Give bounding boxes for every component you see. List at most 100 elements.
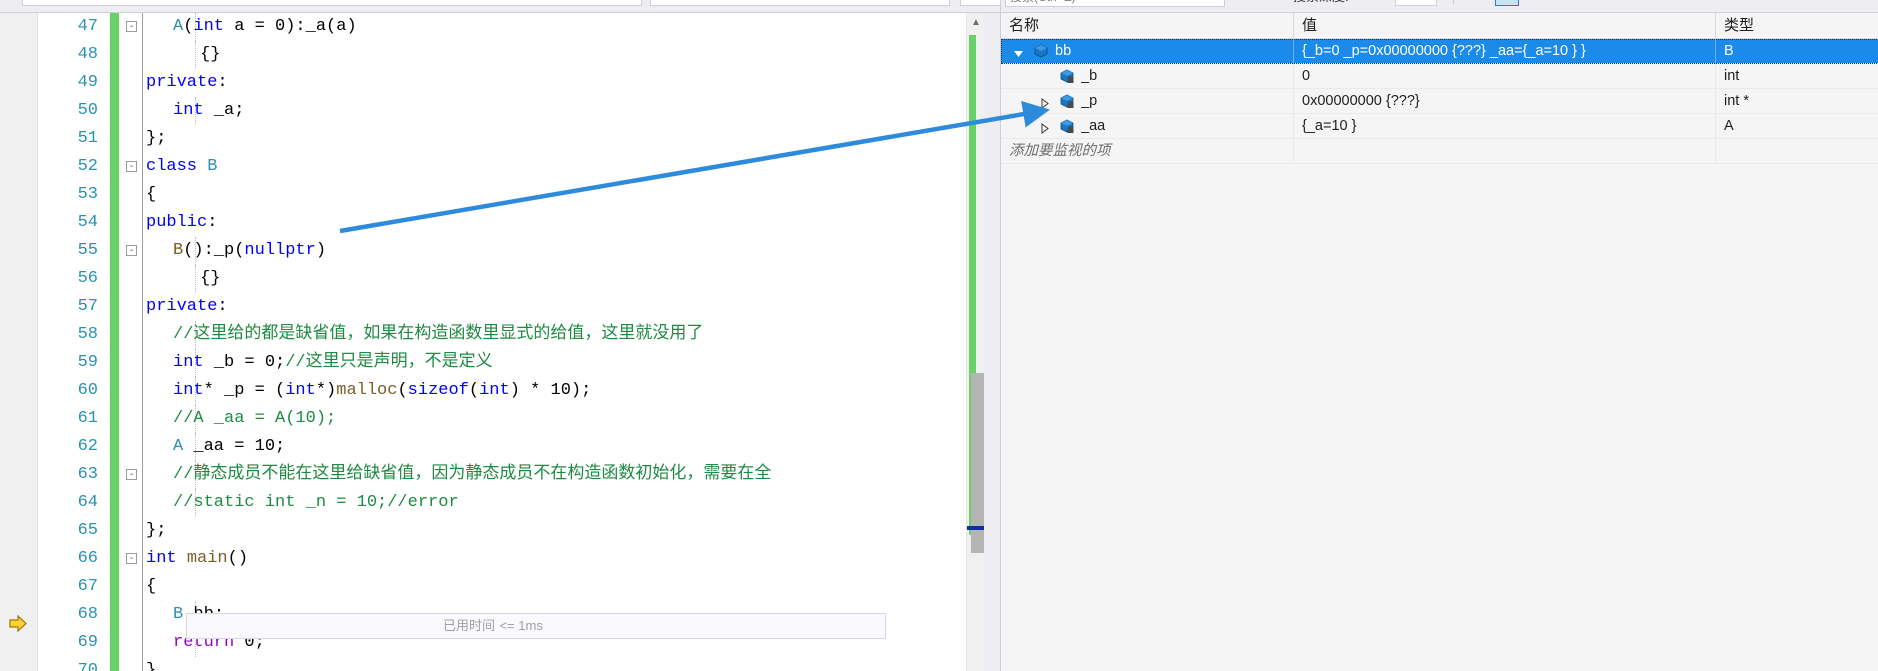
indent-guide	[142, 321, 143, 349]
code-line[interactable]: 60 int* _p = (int*)malloc(sizeof(int) * 1…	[38, 377, 966, 405]
code-line[interactable]: 49 private:	[38, 69, 966, 97]
watch-row[interactable]: _aa {_a=10 } A	[1001, 114, 1878, 139]
code-line-text: {}	[200, 45, 221, 64]
add-watch-type-cell	[1715, 139, 1878, 164]
indent-guide	[142, 265, 143, 293]
expander-collapsed-icon[interactable]	[1039, 96, 1050, 109]
watch-row-value[interactable]: 0x00000000 {???}	[1293, 89, 1715, 114]
code-line[interactable]: 48 {}	[38, 41, 966, 69]
watch-row[interactable]: bb {_b=0 _p=0x00000000 {???} _aa={_a=10 }…	[1001, 39, 1878, 64]
code-line-text: private:	[146, 73, 228, 92]
indent-guide	[142, 433, 143, 461]
watch-row-name: _aa	[1081, 118, 1106, 134]
scroll-up-arrow-icon[interactable]: ▲	[967, 15, 985, 31]
line-number: 51	[77, 129, 98, 148]
indent-guide	[195, 41, 196, 69]
code-line[interactable]: 47 - A(int a = 0):_a(a)	[38, 13, 966, 41]
fold-toggle-icon[interactable]: -	[126, 553, 137, 564]
search-placeholder-text: 搜索(Ctrl+E)	[1010, 0, 1076, 4]
watch-grid-header: 名称 值 类型	[1001, 13, 1878, 39]
indent-guide	[142, 97, 143, 125]
toolbar-separator	[1453, 0, 1454, 4]
execution-pointer-icon	[9, 614, 27, 633]
indent-guide	[142, 209, 143, 237]
code-line-text: };	[146, 129, 167, 148]
watch-row-type: B	[1715, 39, 1878, 64]
change-bar	[110, 237, 119, 265]
code-line[interactable]: 62 A _aa = 10;	[38, 433, 966, 461]
column-header-type[interactable]: 类型	[1715, 13, 1878, 39]
fold-toggle-icon[interactable]: -	[126, 469, 137, 480]
watch-row-value[interactable]: {_b=0 _p=0x00000000 {???} _aa={_a=10 } }	[1293, 39, 1715, 64]
scope-combo-middle[interactable]: (全局范围)	[650, 0, 950, 6]
line-number: 52	[77, 157, 98, 176]
change-bar	[110, 629, 119, 657]
line-number: 54	[77, 213, 98, 232]
pin-icon[interactable]: ⊹	[1463, 0, 1475, 3]
code-line[interactable]: 52 - class B	[38, 153, 966, 181]
hex-display-icon[interactable]: [ab]	[1495, 0, 1519, 6]
add-watch-value-cell[interactable]	[1293, 139, 1715, 164]
watch-row[interactable]: _b 0 int	[1001, 64, 1878, 89]
code-line[interactable]: 61 //A _aa = A(10);	[38, 405, 966, 433]
search-prev-button[interactable]: ‹	[1246, 0, 1250, 2]
line-number: 58	[77, 325, 98, 344]
code-line-text: //这里给的都是缺省值，如果在构造函数里显式的给值，这里就没用了	[173, 325, 704, 344]
line-number: 56	[77, 269, 98, 288]
code-line[interactable]: 64 //static int _n = 10;//error	[38, 489, 966, 517]
watch-row-type: A	[1715, 114, 1878, 139]
code-line[interactable]: 56 {}	[38, 265, 966, 293]
indent-guide	[142, 517, 143, 545]
watch-row[interactable]: _p 0x00000000 {???} int *	[1001, 89, 1878, 114]
code-line[interactable]: 57 private:	[38, 293, 966, 321]
code-line[interactable]: 58 //这里给的都是缺省值，如果在构造函数里显式的给值，这里就没用了	[38, 321, 966, 349]
code-line[interactable]: 55 - B():_p(nullptr)	[38, 237, 966, 265]
column-header-name[interactable]: 名称	[1001, 13, 1293, 39]
line-number: 64	[77, 493, 98, 512]
code-line-text: };	[146, 521, 167, 540]
code-line-text: int main()	[146, 549, 249, 568]
code-line[interactable]: 65};	[38, 517, 966, 545]
code-line[interactable]: 54 public:	[38, 209, 966, 237]
indent-guide	[142, 181, 143, 209]
expander-expanded-icon[interactable]	[1013, 46, 1024, 57]
change-bar	[110, 153, 119, 181]
watch-row-value[interactable]: 0	[1293, 64, 1715, 89]
fold-toggle-icon[interactable]: -	[126, 161, 137, 172]
line-number: 68	[77, 605, 98, 624]
fold-toggle-icon[interactable]: -	[126, 21, 137, 32]
code-line-text: private:	[146, 297, 228, 316]
indent-guide	[142, 377, 143, 405]
expander-collapsed-icon[interactable]	[1039, 121, 1050, 134]
editor-vertical-scrollbar[interactable]: ▲	[966, 13, 985, 671]
search-depth-input[interactable]: 3	[1395, 0, 1437, 6]
watch-panel[interactable]: 搜索(Ctrl+E) ▼ ‹ › 搜索深度: 3 ⊹ [ab] 名称 值 类型 …	[1000, 0, 1878, 671]
fold-toggle-icon[interactable]: -	[126, 245, 137, 256]
watch-row-value[interactable]: {_a=10 }	[1293, 114, 1715, 139]
code-line[interactable]: 70}	[38, 657, 966, 671]
code-line[interactable]: 50 int _a;	[38, 97, 966, 125]
scope-combo-left[interactable]	[22, 0, 642, 6]
code-line[interactable]: 53 {	[38, 181, 966, 209]
change-bar	[110, 349, 119, 377]
code-line[interactable]: 59 int _b = 0;//这里只是声明，不是定义	[38, 349, 966, 377]
line-number: 47	[77, 17, 98, 36]
change-bar	[110, 265, 119, 293]
code-line[interactable]: 66 - int main()	[38, 545, 966, 573]
search-next-button[interactable]: ›	[1269, 0, 1273, 2]
code-line-text: //静态成员不能在这里给缺省值，因为静态成员不在构造函数初始化，需要在全	[173, 465, 772, 484]
search-input[interactable]: 搜索(Ctrl+E) ▼	[1005, 0, 1225, 7]
line-number: 48	[77, 45, 98, 64]
add-watch-row[interactable]: 添加要监视的项	[1001, 139, 1878, 164]
pane-splitter[interactable]	[984, 13, 1000, 671]
code-editor-pane[interactable]: 47 - A(int a = 0):_a(a) 48 {} 49 private: 50 int…	[0, 13, 1000, 671]
breakpoint-margin[interactable]	[0, 13, 38, 671]
line-number: 60	[77, 381, 98, 400]
change-bar	[110, 657, 119, 671]
code-line[interactable]: 67 {	[38, 573, 966, 601]
column-header-value[interactable]: 值	[1293, 13, 1715, 39]
code-line[interactable]: 63 - //静态成员不能在这里给缺省值，因为静态成员不在构造函数初始化，需要在全	[38, 461, 966, 489]
watch-grid-rows[interactable]: bb {_b=0 _p=0x00000000 {???} _aa={_a=10 }…	[1001, 39, 1878, 671]
code-text-area[interactable]: 47 - A(int a = 0):_a(a) 48 {} 49 private: 50 int…	[38, 13, 966, 671]
code-line[interactable]: 51};	[38, 125, 966, 153]
